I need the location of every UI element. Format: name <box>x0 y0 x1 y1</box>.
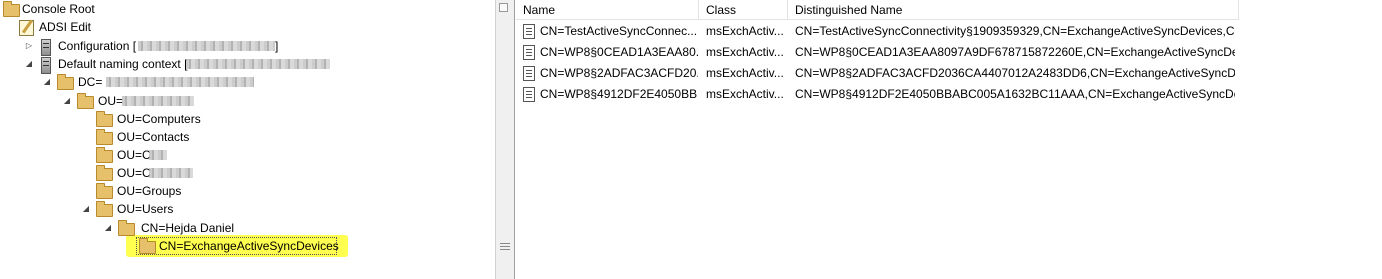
bracket-close: ] <box>275 39 279 53</box>
column-header-class[interactable]: Class <box>699 0 788 20</box>
folder-icon <box>96 111 113 127</box>
cell-name: CN=WP8§0CEAD1A3EAA80... <box>540 45 698 59</box>
details-list[interactable]: Name Class Distinguished Name CN=TestAct… <box>516 0 1382 279</box>
list-row[interactable]: CN=WP8§4912DF2E4050BB... msExchActiv... CN… <box>516 84 1239 104</box>
tree-node-adsi-edit[interactable]: ADSI Edit <box>0 18 200 36</box>
server-icon <box>41 39 51 56</box>
redacted-text <box>186 59 330 69</box>
folder-icon <box>77 93 94 109</box>
list-row[interactable]: CN=TestActiveSyncConnec... msExchActiv...… <box>516 21 1239 41</box>
redacted-text <box>149 168 193 178</box>
folder-icon <box>118 220 135 236</box>
folder-icon <box>96 147 113 163</box>
cell-class: msExchActiv... <box>706 24 784 38</box>
collapse-arrow-icon[interactable]: ◢ <box>42 73 52 91</box>
redacted-text <box>122 96 194 106</box>
folder-icon <box>96 201 113 217</box>
cell-name: CN=TestActiveSyncConnec... <box>540 24 698 38</box>
object-icon <box>523 87 535 102</box>
tree-node-configuration[interactable]: ▷ Configuration [ ] <box>0 37 300 56</box>
collapse-arrow-icon[interactable]: ◢ <box>62 92 72 110</box>
expand-arrow-icon[interactable]: ▷ <box>24 37 34 55</box>
folder-icon <box>57 74 74 90</box>
cell-distinguished-name: CN=TestActiveSyncConnectivity§1909359329… <box>795 24 1235 38</box>
tree-node-label: OU=Groups <box>117 184 182 198</box>
tree-node-ou-groups[interactable]: OU=Groups <box>0 182 250 200</box>
tree-node-label: OU= <box>98 94 124 108</box>
adsi-edit-icon <box>19 20 34 36</box>
tree-node-label: DC= <box>78 75 103 89</box>
tree-node-label: OU=Contacts <box>117 130 190 144</box>
cell-class: msExchActiv... <box>706 45 784 59</box>
splitter-corner <box>499 3 508 12</box>
tree-node-ou-c1[interactable]: OU=C <box>0 146 250 164</box>
tree-node-cn-exchangeactivesyncdevices[interactable]: CN=ExchangeActiveSyncDevices <box>0 237 345 255</box>
tree-node-default-naming-context[interactable]: ◢ Default naming context [ <box>0 55 340 74</box>
collapse-arrow-icon[interactable]: ◢ <box>24 55 34 73</box>
tree-node-ou-computers[interactable]: OU=Computers <box>0 110 250 128</box>
tree-node-label: CN=ExchangeActiveSyncDevices <box>159 239 339 253</box>
redacted-text <box>106 77 254 87</box>
tree-node-dc[interactable]: ◢ DC= <box>0 73 300 91</box>
tree-node-console-root[interactable]: Console Root <box>0 0 200 18</box>
list-row[interactable]: CN=WP8§0CEAD1A3EAA80... msExchActiv... CN=… <box>516 42 1239 62</box>
folder-icon <box>96 183 113 199</box>
object-icon <box>523 45 535 60</box>
column-header-name[interactable]: Name <box>516 0 699 20</box>
collapse-arrow-icon[interactable]: ◢ <box>103 219 113 237</box>
pane-splitter[interactable] <box>495 0 515 279</box>
console-tree[interactable]: Console Root ADSI Edit ▷ Configuration [… <box>0 0 495 279</box>
list-row[interactable]: CN=WP8§2ADFAC3ACFD20... msExchActiv... CN=… <box>516 63 1239 83</box>
folder-icon <box>96 165 113 181</box>
folder-icon <box>3 1 20 17</box>
tree-node-label: OU=C <box>117 166 151 180</box>
cell-distinguished-name: CN=WP8§4912DF2E4050BBABC005A1632BC11AAA,… <box>795 87 1235 101</box>
tree-node-label: Console Root <box>22 2 95 16</box>
tree-node-label: ADSI Edit <box>39 20 92 34</box>
tree-node-label: OU=Computers <box>117 112 201 126</box>
tree-node-ou-users[interactable]: ◢ OU=Users <box>0 200 250 218</box>
tree-node-label: Default naming context [ <box>58 57 188 71</box>
splitter-grip-icon[interactable] <box>500 243 510 252</box>
folder-icon <box>96 129 113 145</box>
object-icon <box>523 66 535 81</box>
tree-node-ou-top[interactable]: ◢ OU= <box>0 92 300 110</box>
object-icon <box>523 24 535 39</box>
redacted-text <box>149 150 167 160</box>
folder-icon <box>139 238 156 254</box>
cell-distinguished-name: CN=WP8§2ADFAC3ACFD2036CA4407012A2483DD6,… <box>795 66 1235 80</box>
cell-class: msExchActiv... <box>706 66 784 80</box>
cell-class: msExchActiv... <box>706 87 784 101</box>
tree-node-ou-contacts[interactable]: OU=Contacts <box>0 128 250 146</box>
tree-node-label: Configuration [ <box>58 39 137 53</box>
tree-node-ou-c2[interactable]: OU=C <box>0 164 250 182</box>
cell-distinguished-name: CN=WP8§0CEAD1A3EAA8097A9DF678715872260E,… <box>795 45 1235 59</box>
cell-name: CN=WP8§4912DF2E4050BB... <box>540 87 698 101</box>
redacted-text <box>138 41 275 51</box>
cell-name: CN=WP8§2ADFAC3ACFD20... <box>540 66 698 80</box>
tree-node-label: OU=C <box>117 148 151 162</box>
server-icon <box>41 57 51 74</box>
tree-node-label: OU=Users <box>117 202 174 216</box>
collapse-arrow-icon[interactable]: ◢ <box>81 200 91 218</box>
tree-node-label: CN=Hejda Daniel <box>141 221 235 235</box>
tree-node-cn-user[interactable]: ◢ CN=Hejda Daniel <box>0 219 260 237</box>
column-header-distinguished-name[interactable]: Distinguished Name <box>788 0 1239 20</box>
